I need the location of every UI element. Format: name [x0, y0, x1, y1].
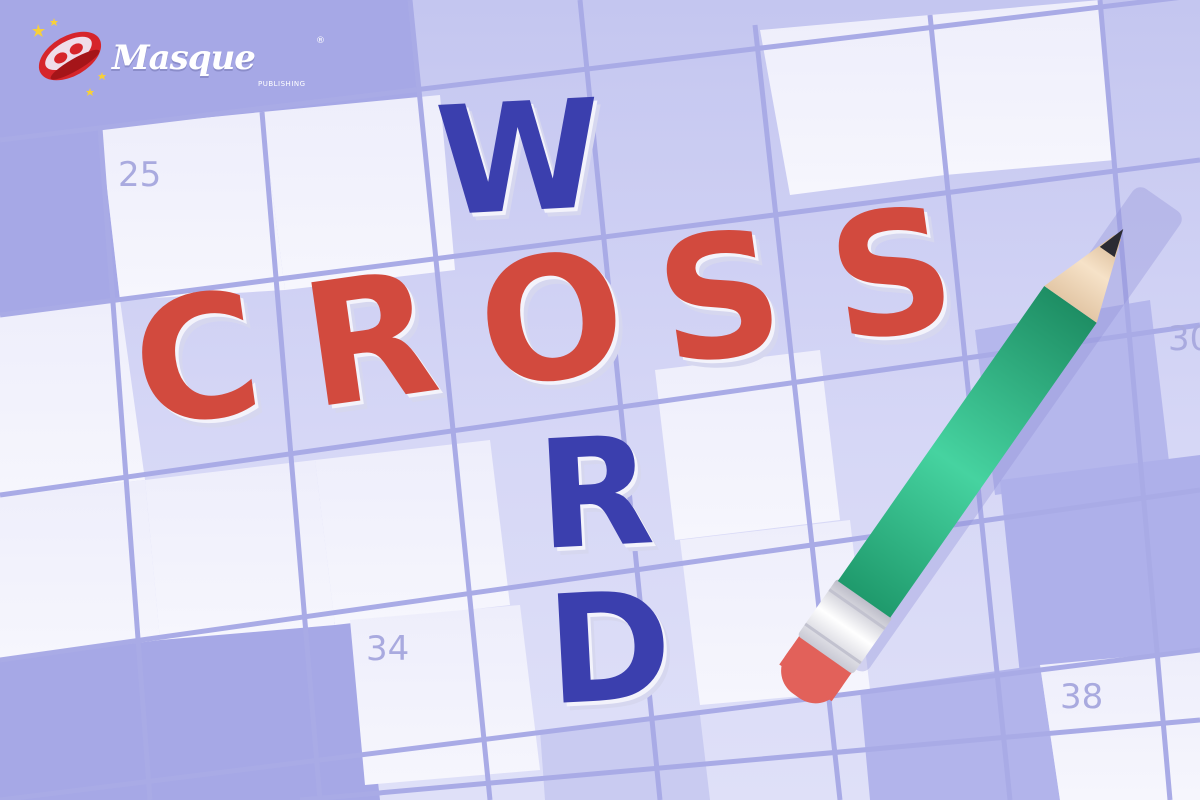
- across-letter-o: O O O: [467, 212, 645, 436]
- svg-text:D: D: [543, 559, 676, 739]
- down-letter-d: D D D: [543, 559, 683, 747]
- brand-name: Masque: [112, 38, 256, 78]
- svg-text:O: O: [467, 212, 638, 428]
- crossword-banner: 25 30 34 38 W W W R R R D D D: [0, 0, 1200, 800]
- crossword-grid: 25 30 34 38 W W W R R R D D D: [0, 0, 1200, 800]
- brand-subtitle: PUBLISHING: [258, 80, 306, 88]
- brand-logo: Masque ® PUBLISHING: [30, 14, 325, 104]
- clue-number-38: 38: [1060, 677, 1103, 717]
- clue-number-34: 34: [366, 629, 409, 669]
- across-letter-r: R R R: [291, 233, 455, 455]
- svg-text:R: R: [291, 233, 448, 447]
- brand-registered-mark: ®: [316, 36, 325, 46]
- masque-mask-logo-icon: [32, 18, 106, 96]
- clue-number-25: 25: [118, 155, 161, 195]
- clue-number-30: 30: [1168, 319, 1200, 359]
- svg-text:R: R: [533, 404, 657, 584]
